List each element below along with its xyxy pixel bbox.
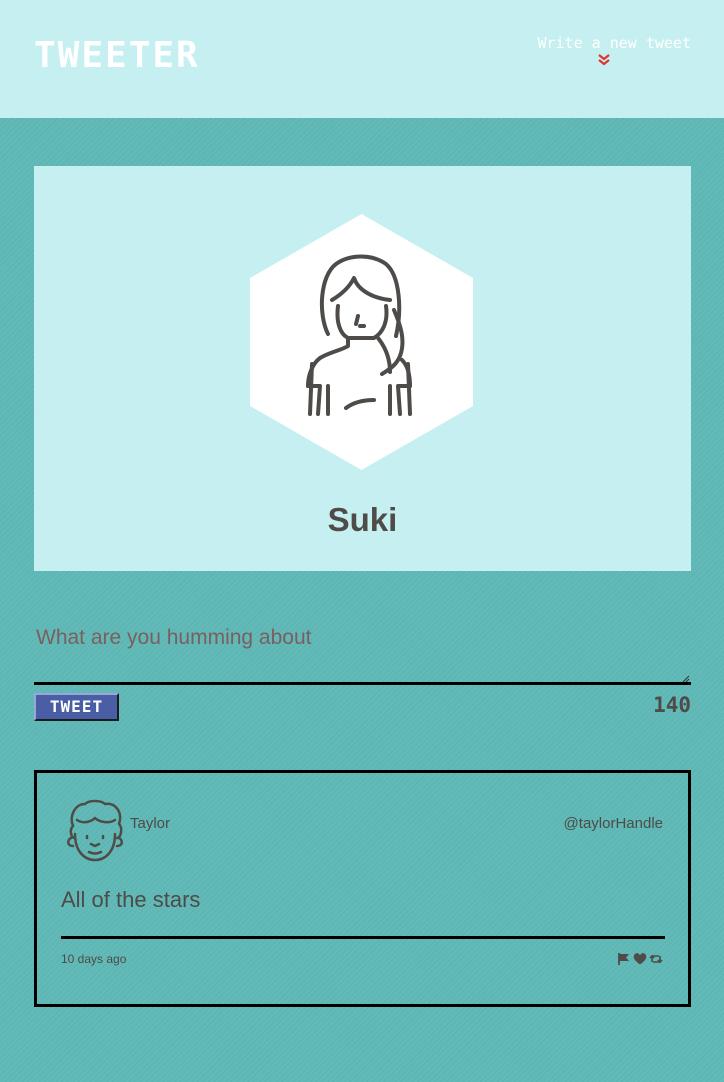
tweet-text-input[interactable] bbox=[34, 612, 691, 685]
tweet-divider bbox=[61, 936, 665, 939]
heart-icon[interactable] bbox=[633, 952, 647, 966]
compose-form: TWEET 140 bbox=[34, 612, 691, 722]
profile-name: Suki bbox=[327, 501, 398, 538]
double-chevron-down-icon[interactable] bbox=[597, 53, 611, 67]
tweet-card: Taylor @taylorHandle All of the stars 10… bbox=[34, 770, 691, 1007]
tweet-submit-button[interactable]: TWEET bbox=[34, 693, 119, 721]
retweet-icon[interactable] bbox=[649, 952, 663, 966]
curly-hair-man-avatar-icon bbox=[67, 799, 123, 862]
profile-card: Suki bbox=[34, 166, 691, 571]
tweet-timestamp: 10 days ago bbox=[61, 952, 127, 966]
woman-avatar-icon bbox=[250, 214, 473, 470]
navbar: TWEETER Write a new tweet bbox=[0, 0, 724, 118]
resize-grip-icon[interactable] bbox=[682, 675, 690, 683]
write-new-tweet-label[interactable]: Write a new tweet bbox=[521, 33, 691, 53]
flag-icon[interactable] bbox=[617, 952, 631, 966]
tweet-author-name: Taylor bbox=[130, 815, 171, 832]
write-new-tweet-toggle[interactable]: Write a new tweet bbox=[521, 33, 691, 67]
character-counter: 140 bbox=[653, 693, 691, 717]
tweet-actions bbox=[617, 952, 663, 966]
brand-logo[interactable]: TWEETER bbox=[34, 36, 200, 76]
tweet-author-handle: @taylorHandle bbox=[563, 815, 663, 832]
tweet-body: All of the stars bbox=[61, 887, 201, 912]
